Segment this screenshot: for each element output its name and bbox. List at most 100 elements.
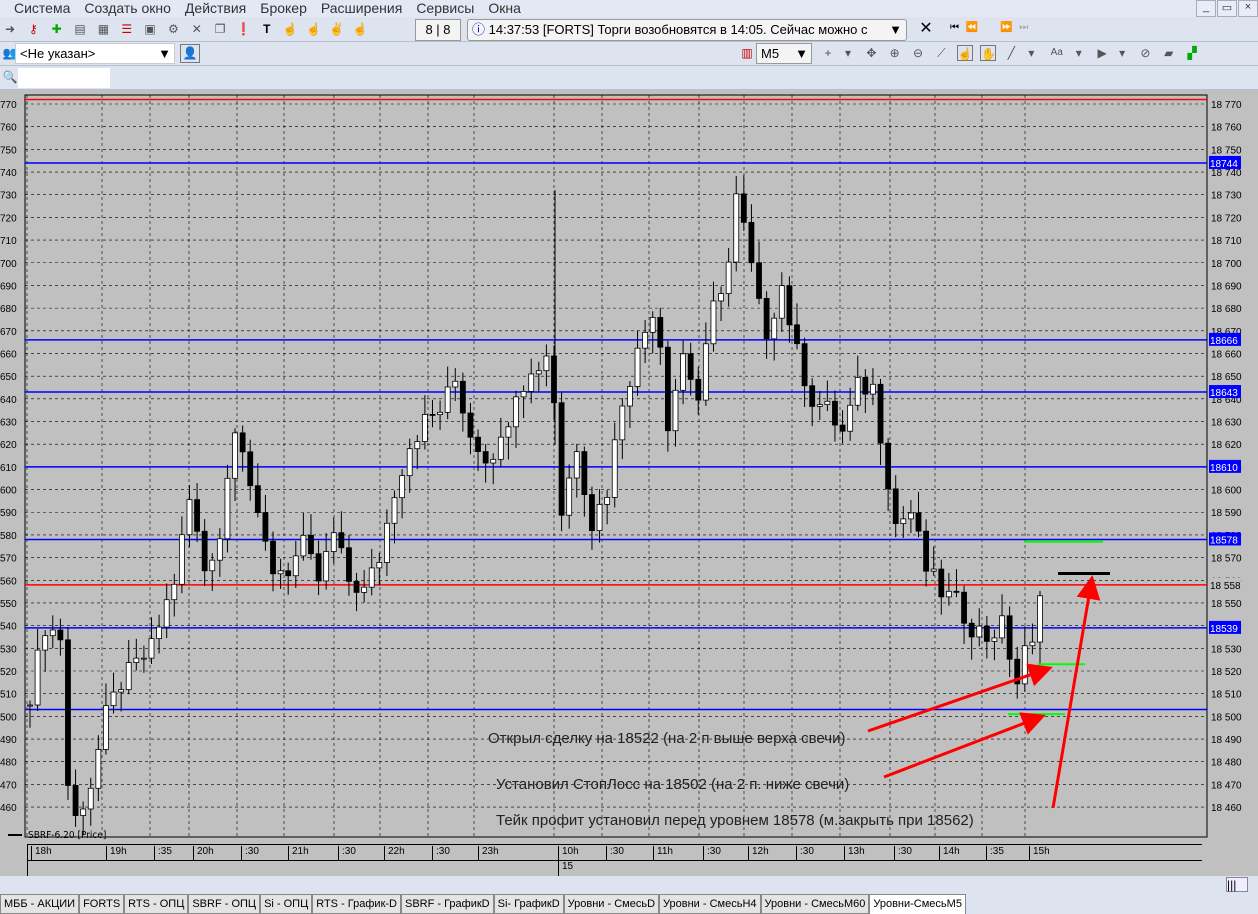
settings-icon[interactable]: ⚙ xyxy=(165,21,181,37)
key-icon[interactable]: ⚷ xyxy=(25,21,41,37)
close-icon[interactable]: ✕ xyxy=(918,21,934,37)
text-tool-icon[interactable]: Aa xyxy=(1047,45,1067,61)
candle-body xyxy=(657,317,664,348)
candle-body xyxy=(801,343,808,387)
annotation-takeprofit: Тейк профит установил перед уровнем 1857… xyxy=(496,812,974,829)
text-icon[interactable]: T xyxy=(259,21,275,37)
marker-icon[interactable]: ▶ xyxy=(1094,45,1110,61)
tab-window[interactable]: RTS - ОПЦ xyxy=(124,894,189,914)
candle-body xyxy=(27,704,33,707)
candle-body xyxy=(832,400,838,426)
y-tick-label: 700 xyxy=(0,259,17,270)
print-icon[interactable]: ▣ xyxy=(142,21,158,37)
candle-body xyxy=(209,559,216,572)
copy-icon[interactable]: ❐ xyxy=(212,21,228,37)
chart-type-icon[interactable]: ▥ xyxy=(739,45,755,61)
nav-next-last-icon[interactable]: ⏩ ⏭ xyxy=(1000,22,1030,33)
search-input[interactable] xyxy=(18,68,110,88)
y-tick-label: 740 xyxy=(0,168,17,179)
chevron-down-icon[interactable]: ▾ xyxy=(840,45,856,61)
menu-item[interactable]: Создать окно xyxy=(84,0,171,17)
tab-window[interactable]: Si - ОПЦ xyxy=(260,894,313,914)
y-tick-label: 610 xyxy=(0,463,17,474)
graph-icon[interactable]: ▦ xyxy=(95,21,111,37)
timeframe-value: M5 xyxy=(761,46,780,61)
line-tool-icon[interactable]: ╱ xyxy=(1003,45,1019,61)
tab-window[interactable]: SBRF - ОПЦ xyxy=(188,894,261,914)
chart-canvas[interactable]: 460 18 460 470 18 470 480 18 480 490 18 490 500 1… xyxy=(0,90,1258,880)
y-tick-label-right: 18 760 xyxy=(1211,123,1242,134)
tab-window[interactable]: Уровни - СмесьМ60 xyxy=(760,894,870,914)
timeframe-select[interactable]: M5 ▼ xyxy=(756,43,812,64)
zoom-out-icon[interactable]: ⊖ xyxy=(910,45,926,61)
menu-item[interactable]: Сервисы xyxy=(416,0,474,17)
chevron-down-icon[interactable]: ▾ xyxy=(1114,45,1130,61)
close-button[interactable]: × xyxy=(1238,0,1258,17)
y-tick-label: 670 xyxy=(0,327,17,338)
y-tick-label-right: 18 570 xyxy=(1211,554,1242,565)
scrollbar-thumb[interactable]: ||| xyxy=(1226,877,1248,892)
tab-window[interactable]: Уровни - СмесьD xyxy=(563,894,660,914)
candle-body xyxy=(42,635,49,651)
tab-window[interactable]: SBRF - ГрафикD xyxy=(400,894,494,914)
time-tick-label: :30 xyxy=(703,846,721,860)
time-tick-label: 23h xyxy=(478,846,499,860)
chevron-down-icon[interactable]: ▾ xyxy=(1023,45,1039,61)
menu-item[interactable]: Брокер xyxy=(260,0,307,17)
crosshair-icon[interactable]: + xyxy=(820,45,836,61)
grab-hand-icon[interactable]: ✋ xyxy=(980,45,997,61)
candle-body xyxy=(95,749,102,789)
candle-body xyxy=(513,396,519,428)
time-tick-label: :35 xyxy=(154,846,172,860)
connect-icon[interactable]: ➜ xyxy=(2,21,18,37)
candle-body xyxy=(604,497,611,505)
candle-body xyxy=(110,691,117,707)
y-tick-label: 580 xyxy=(0,531,17,542)
tab-window[interactable]: МББ - АКЦИИ xyxy=(0,894,80,914)
alert-icon[interactable]: ❗ xyxy=(235,21,251,37)
ruler-icon[interactable]: ⟋ xyxy=(933,45,949,61)
horizontal-scrollbar[interactable]: ||| xyxy=(0,876,1258,894)
person-icon[interactable]: 👤 xyxy=(180,44,200,63)
tab-window[interactable]: Уровни-СмесьМ5 xyxy=(869,894,966,914)
add-window-icon[interactable]: ✚ xyxy=(49,21,65,37)
y-tick-label-right: 18 620 xyxy=(1211,440,1242,451)
candle-body xyxy=(983,625,990,642)
candle-body xyxy=(611,439,618,498)
pointer-hand-icon[interactable]: ☝ xyxy=(956,45,973,61)
chart-window-icon[interactable]: ▤ xyxy=(72,21,88,37)
hands-icon[interactable]: ✌ xyxy=(329,21,345,37)
hand-cancel-icon[interactable]: ☝ xyxy=(305,21,321,37)
hand-icon[interactable]: ☝ xyxy=(282,21,298,37)
time-tick-label: 10h xyxy=(558,846,579,860)
table-icon[interactable]: ☰ xyxy=(119,21,135,37)
menu-item[interactable]: Система xyxy=(14,0,70,17)
account-select[interactable]: <Не указан> ▼ xyxy=(15,43,175,64)
candle-body xyxy=(353,580,360,593)
chevron-down-icon[interactable]: ▾ xyxy=(1071,45,1087,61)
message-dropdown[interactable]: ⓘ 14:37:53 [FORTS] Торги возобновятся в … xyxy=(467,19,907,41)
move-icon[interactable]: ✥ xyxy=(863,45,879,61)
eraser-icon[interactable]: ▰ xyxy=(1161,45,1177,61)
tab-window[interactable]: RTS - График-D xyxy=(312,894,401,914)
delete-window-icon[interactable]: ✕ xyxy=(189,21,205,37)
time-tick-label: :30 xyxy=(432,846,450,860)
candle-body xyxy=(991,637,998,642)
tab-window[interactable]: Уровни - СмесьН4 xyxy=(659,894,761,914)
minimize-button[interactable]: _ xyxy=(1196,0,1216,17)
zoom-in-icon[interactable]: ⊕ xyxy=(887,45,903,61)
tab-window[interactable]: Si- ГрафикD xyxy=(493,894,564,914)
menu-item[interactable]: Окна xyxy=(488,0,521,17)
level-label: 18666 xyxy=(1210,336,1238,347)
menu-item[interactable]: Действия xyxy=(185,0,246,17)
menu-item[interactable]: Расширения xyxy=(321,0,402,17)
nav-first-prev-icon[interactable]: ⏮ ⏪ xyxy=(950,22,980,33)
restore-button[interactable]: ▭ xyxy=(1217,0,1237,17)
price-chart[interactable]: 460 18 460 470 18 470 480 18 480 490 18 490 500 1… xyxy=(0,90,1258,894)
tab-window[interactable]: FORTS xyxy=(79,894,125,914)
indicator-icon[interactable]: ▞ xyxy=(1184,45,1200,61)
level-label: 18610 xyxy=(1210,463,1238,474)
hand-stop-icon[interactable]: ☝ xyxy=(352,21,368,37)
time-tick-label: 15h xyxy=(1029,846,1050,860)
hide-icon[interactable]: ⊘ xyxy=(1137,45,1153,61)
